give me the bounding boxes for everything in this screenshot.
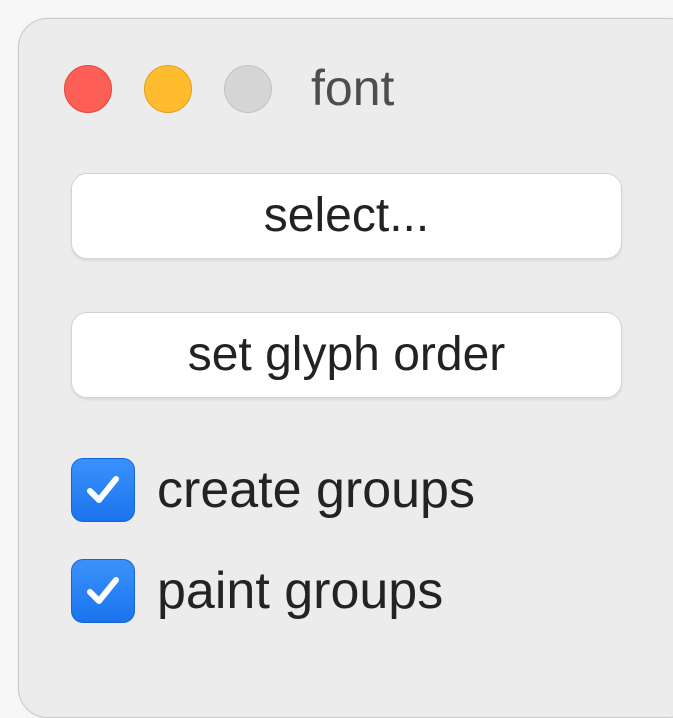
- create-groups-checkbox[interactable]: [71, 458, 135, 522]
- create-groups-label: create groups: [157, 461, 475, 519]
- checkmark-icon: [87, 476, 119, 503]
- window-title: font: [311, 60, 395, 116]
- minimize-window-button[interactable]: [144, 65, 192, 113]
- set-glyph-order-button[interactable]: set glyph order: [71, 312, 622, 398]
- paint-groups-option[interactable]: paint groups: [71, 558, 443, 624]
- paint-groups-checkbox[interactable]: [71, 559, 135, 623]
- zoom-window-button[interactable]: [224, 65, 272, 113]
- close-window-button[interactable]: [64, 65, 112, 113]
- create-groups-option[interactable]: create groups: [71, 457, 475, 523]
- select-button[interactable]: select...: [71, 173, 622, 259]
- checkmark-icon: [87, 577, 119, 604]
- paint-groups-label: paint groups: [157, 562, 444, 620]
